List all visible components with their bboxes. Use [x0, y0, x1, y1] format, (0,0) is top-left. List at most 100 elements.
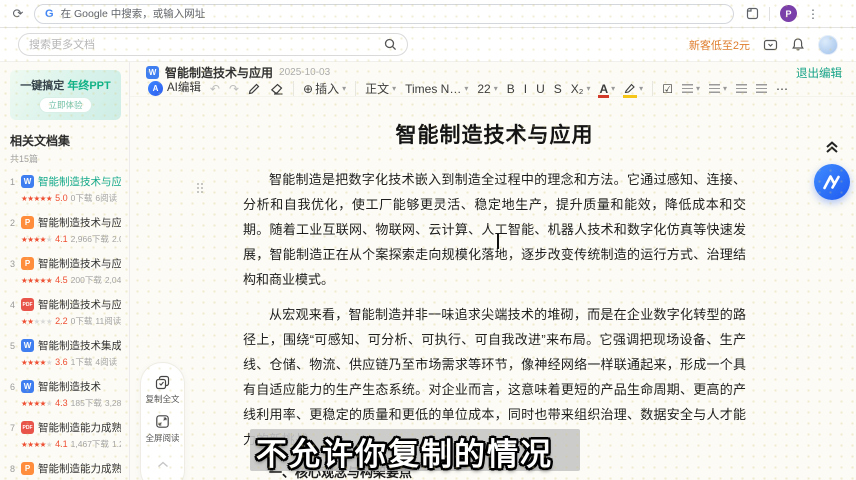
related-doc-item[interactable]: 5W智能制造技术集成与…★★★★★3.61下载4阅读 — [10, 338, 121, 368]
insert-button[interactable]: ⊕ 插入 ▾ — [303, 83, 346, 95]
item-index: 2 — [10, 218, 17, 228]
star-rating: ★★★★★ — [21, 440, 52, 449]
ppt-promo-banner[interactable]: 一键搞定 年终PPT 立即体验 — [10, 70, 121, 120]
word-file-icon: W — [21, 339, 34, 352]
banner-text-left: 一键搞定 — [20, 80, 64, 92]
item-reads: 3,284阅读 — [105, 397, 121, 409]
related-docs-count: 共15篇 — [10, 152, 121, 165]
bold-button[interactable]: B — [507, 83, 515, 95]
word-file-icon: W — [21, 380, 34, 393]
coupon-icon[interactable] — [763, 38, 778, 52]
related-doc-item[interactable]: 1W智能制造技术与应用★★★★★5.00下载6阅读 — [10, 174, 121, 204]
indent-increase-icon — [756, 84, 767, 93]
doc-search-box[interactable] — [18, 33, 408, 56]
item-rating: 4.3 — [55, 398, 68, 408]
ai-assistant-fab[interactable] — [814, 164, 850, 200]
collapse-chevron-icon[interactable] — [157, 455, 169, 473]
item-downloads: 2,966下载 — [71, 233, 109, 245]
highlighter-icon — [624, 83, 636, 95]
related-doc-item[interactable]: 6W智能制造技术★★★★★4.3185下载3,284阅读 — [10, 379, 121, 409]
edit-toolbar: A AI编辑 ↶ ↷ ⊕ 插入 ▾ 正文 — [130, 81, 856, 97]
indent-decrease-button[interactable] — [736, 84, 747, 93]
related-doc-list: 1W智能制造技术与应用★★★★★5.00下载6阅读 2P 智能制造技术与应用 ★★★★… — [10, 174, 121, 480]
indent-increase-button[interactable] — [756, 84, 767, 93]
redo-button[interactable]: ↷ — [229, 83, 239, 95]
undo-button[interactable]: ↶ — [210, 83, 220, 95]
related-doc-item[interactable]: 2P智能制造技术与应用★★★★★4.12,966下载2.03W阅读 — [10, 215, 121, 245]
document-page[interactable]: 智能制造技术与应用 智能制造是把数字化技术嵌入到制造全过程中的理念和方法。它通过… — [130, 97, 856, 480]
chevron-down-icon: ▾ — [494, 85, 498, 93]
related-doc-item[interactable]: 8P智能制造能力成熟度…★★★★★4.4179下载1,384阅读 — [10, 461, 121, 480]
insert-plus-icon: ⊕ — [303, 83, 313, 95]
numbered-list-button[interactable]: ▾ — [682, 84, 700, 93]
item-reads: 4阅读 — [95, 356, 117, 368]
font-size-select[interactable]: 22 ▾ — [477, 83, 497, 95]
item-index: 1 — [10, 177, 17, 187]
bullet-list-icon — [709, 84, 720, 93]
item-rating: 2.2 — [55, 316, 68, 326]
item-title: 智能制造能力成熟度… — [38, 461, 121, 476]
chevron-down-icon: ▾ — [342, 85, 346, 93]
promo-text[interactable]: 新客低至2元 — [689, 37, 750, 53]
fullscreen-read-button[interactable]: 全屏阅读 — [145, 414, 179, 444]
chevron-down-icon: ▾ — [696, 85, 700, 93]
paragraph-1[interactable]: 智能制造是把数字化技术嵌入到制造全过程中的理念和方法。它通过感知、连接、分析和自… — [243, 167, 746, 292]
italic-button[interactable]: I — [524, 83, 527, 95]
item-reads: 6阅读 — [95, 192, 117, 204]
related-docs-sidebar: 一键搞定 年终PPT 立即体验 相关文档集 共15篇 1W智能制造技术与应用★★… — [0, 62, 130, 480]
highlight-color-button[interactable]: ▾ — [624, 83, 643, 95]
ai-edit-button[interactable]: A AI编辑 — [148, 81, 201, 96]
item-index: 4 — [10, 300, 17, 310]
banner-cta-button[interactable]: 立即体验 — [39, 97, 91, 113]
item-downloads: 200下载 — [71, 274, 102, 286]
browser-profile-avatar[interactable]: P — [780, 5, 797, 22]
item-downloads: 185下载 — [71, 397, 102, 409]
more-tools-button[interactable]: ⋯ — [776, 83, 788, 95]
chevron-down-icon: ▾ — [723, 85, 727, 93]
copy-full-text-button[interactable]: 复制全文 — [145, 375, 179, 405]
bullet-list-button[interactable]: ▾ — [709, 84, 727, 93]
scroll-top-chevrons-icon[interactable] — [824, 140, 840, 159]
related-doc-item[interactable]: 3P智能制造技术与应用★★★★★4.5200下载2,045阅读 — [10, 256, 121, 286]
search-input[interactable] — [29, 39, 384, 51]
chevron-down-icon: ▾ — [611, 85, 615, 93]
item-title: 智能制造技术 — [38, 379, 121, 394]
item-rating: 5.0 — [55, 193, 68, 203]
format-painter-button[interactable] — [248, 82, 261, 95]
font-color-button[interactable]: A ▾ — [599, 83, 615, 95]
doc-header: W 智能制造技术与应用 2025-10-03 退出编辑 — [130, 62, 856, 81]
notification-bell-icon[interactable] — [791, 37, 805, 52]
font-family-select[interactable]: Times N… ▾ — [405, 83, 468, 95]
paragraph-drag-handle[interactable] — [196, 182, 203, 193]
paragraph-style-select[interactable]: 正文 ▾ — [365, 83, 396, 95]
reload-icon[interactable]: ⟳ — [10, 6, 26, 22]
item-downloads: 1下载 — [71, 356, 93, 368]
item-downloads: 0下载 — [71, 315, 93, 327]
related-doc-item[interactable]: 4PDF智能制造技术与应用★★★★★2.20下载11阅读 — [10, 297, 121, 327]
text-cursor — [497, 234, 499, 249]
clear-format-eraser-button[interactable] — [270, 83, 284, 95]
item-rating: 4.5 — [55, 275, 68, 285]
word-file-icon: W — [21, 175, 34, 188]
numbered-list-icon — [682, 84, 693, 93]
search-icon[interactable] — [384, 38, 397, 51]
copy-full-text-label: 复制全文 — [145, 393, 179, 405]
subscript-button[interactable]: X₂ ▾ — [571, 83, 591, 95]
chevron-down-icon: ▾ — [464, 85, 468, 93]
chevron-down-icon: ▾ — [586, 85, 590, 93]
ppt-file-icon: P — [21, 216, 34, 229]
browser-menu-icon[interactable]: ⋮ — [807, 7, 819, 21]
user-avatar[interactable] — [818, 35, 838, 55]
ai-icon: A — [148, 81, 163, 96]
fullscreen-read-label: 全屏阅读 — [145, 432, 179, 444]
address-bar[interactable]: G 在 Google 中搜索，或输入网址 — [34, 4, 734, 24]
related-doc-item[interactable]: 7PDF智能制造能力成熟度…★★★★★4.11,467下载1.29W阅读 — [10, 420, 121, 450]
item-title: 智能制造技术与应用 — [38, 256, 121, 271]
fullscreen-icon — [155, 414, 170, 429]
item-reads: 1.29W阅读 — [112, 438, 121, 450]
browser-panel-icon[interactable] — [746, 7, 759, 20]
strikethrough-button[interactable]: S — [554, 83, 562, 95]
underline-button[interactable]: U — [536, 83, 545, 95]
exit-edit-button[interactable]: 退出编辑 — [796, 65, 842, 81]
checkbox-list-button[interactable]: ☑ — [662, 83, 673, 95]
